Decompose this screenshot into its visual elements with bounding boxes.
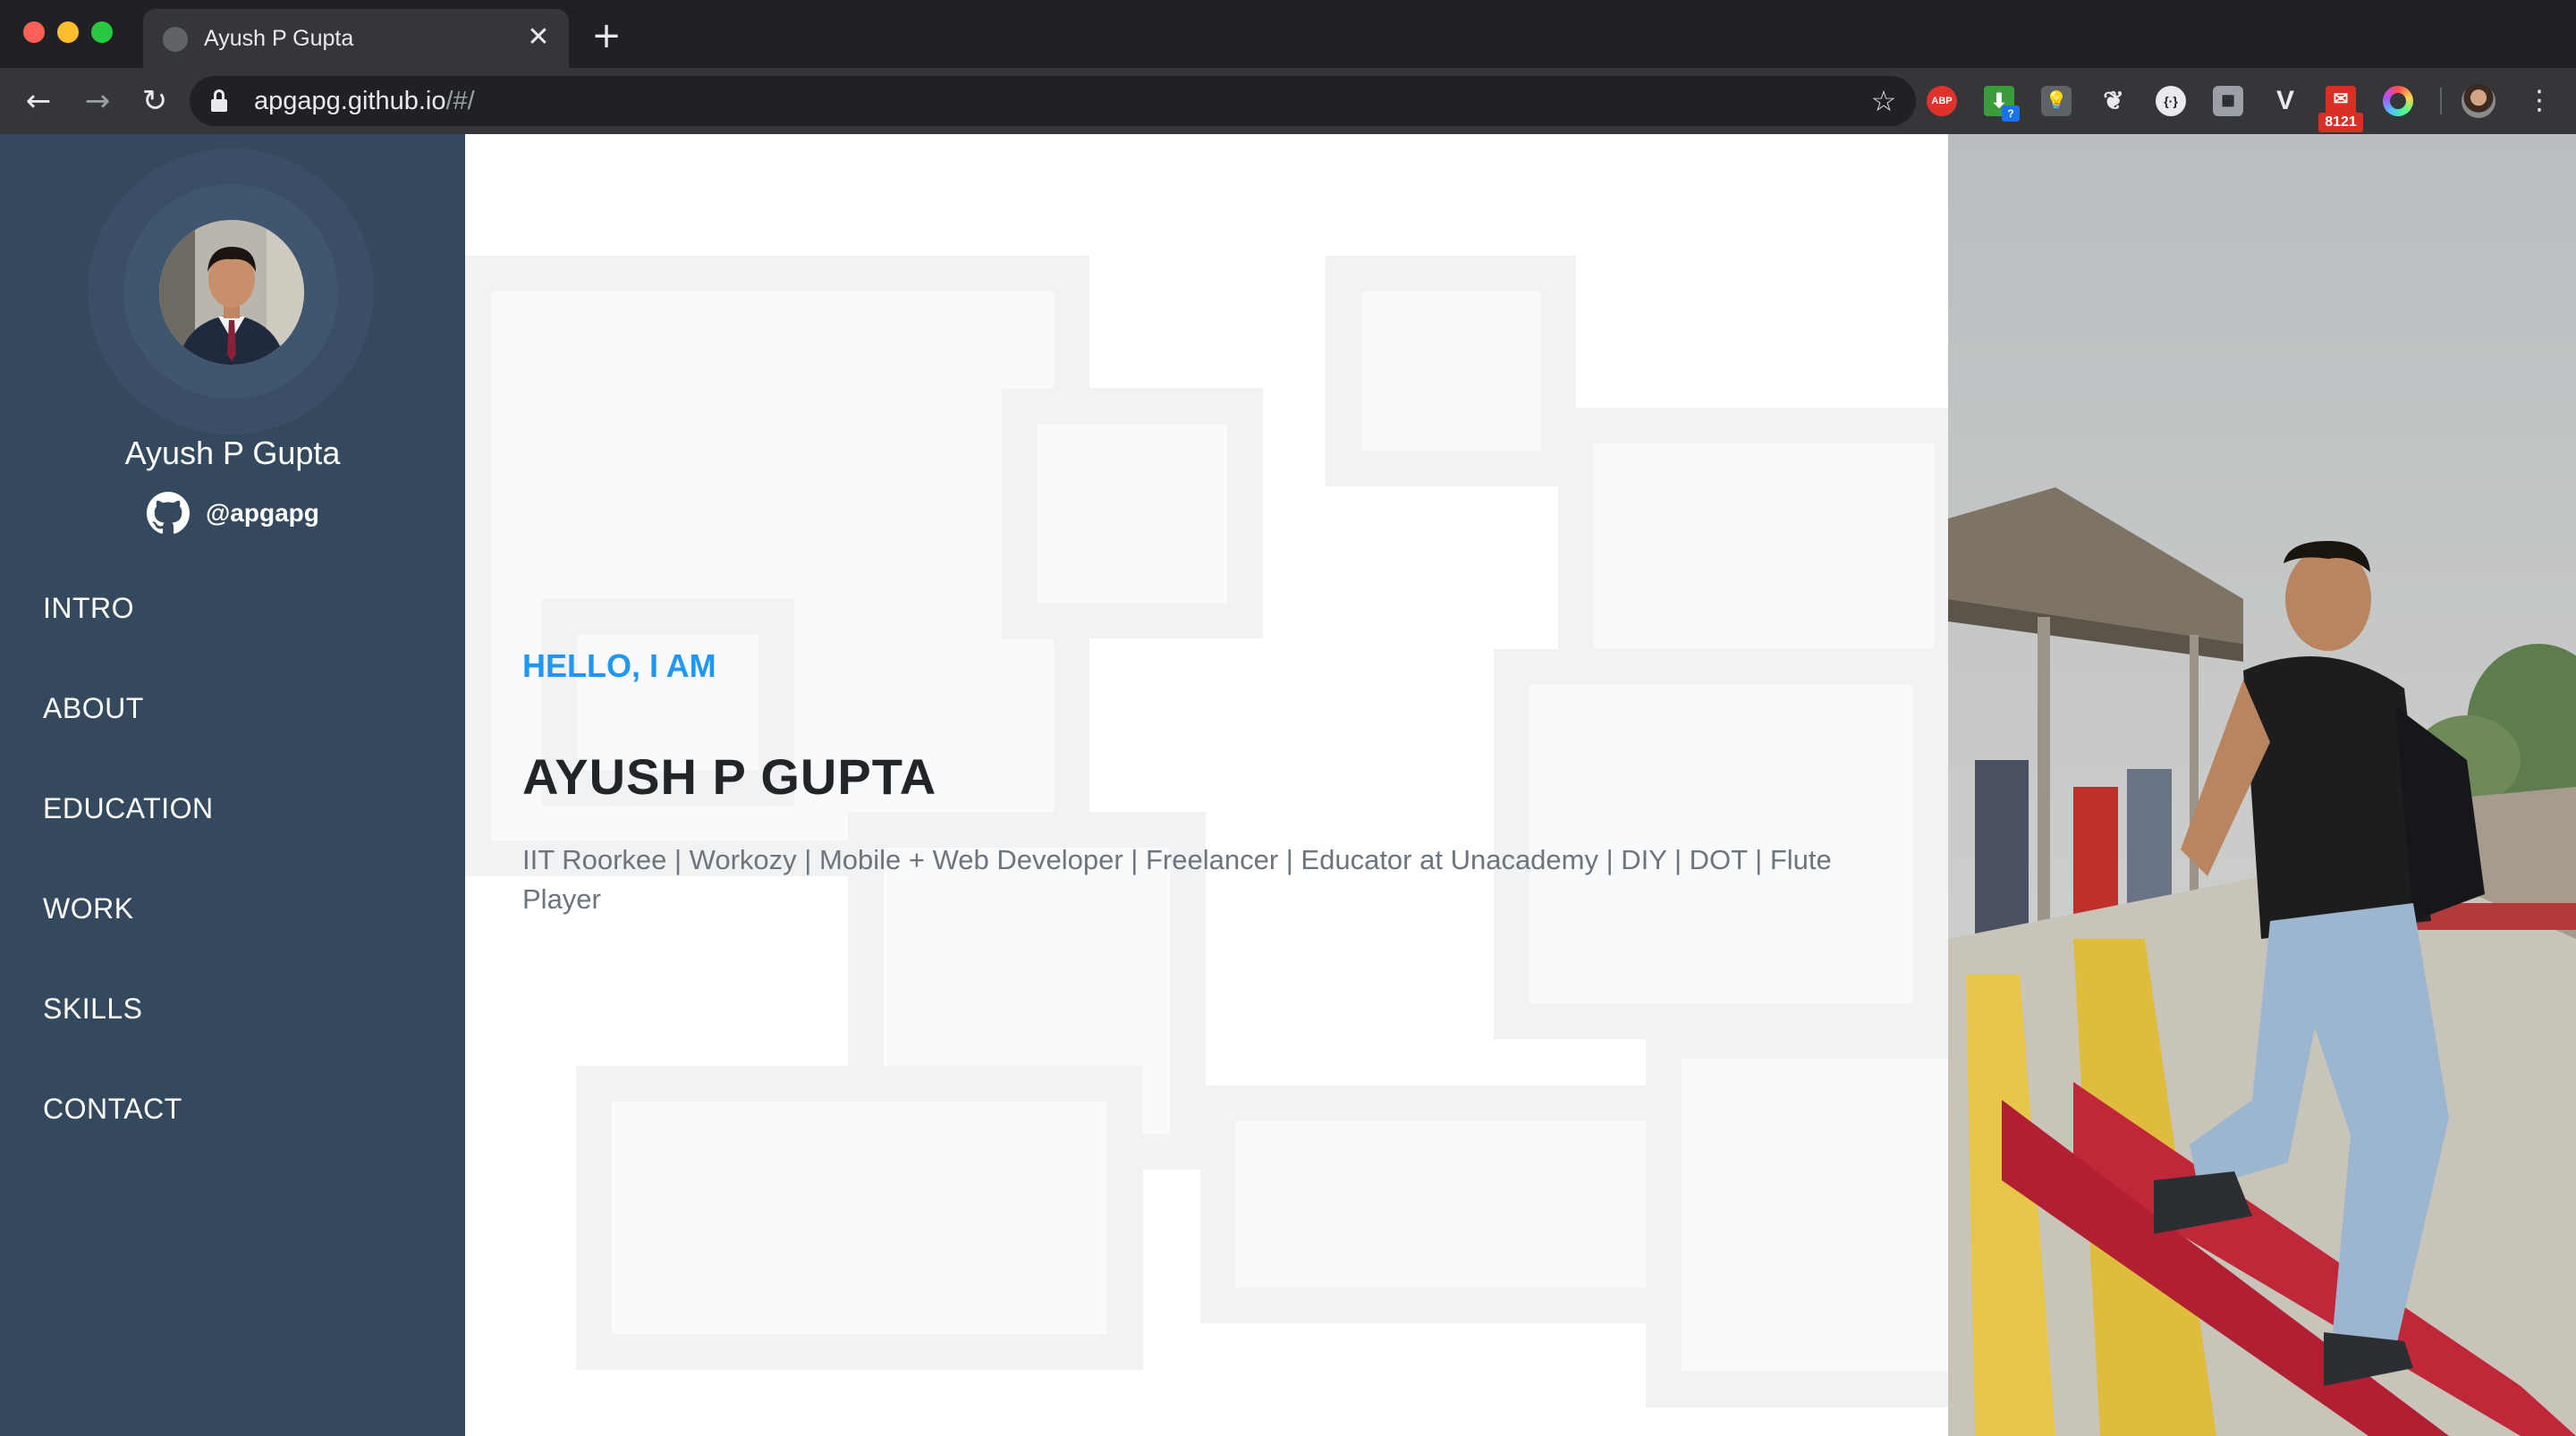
bg-square [1646,1023,1948,1407]
code-extension-icon[interactable]: {·} [2156,86,2186,116]
lightbulb-extension-icon[interactable]: 💡 [2041,86,2072,116]
sidebar-item-work[interactable]: WORK [43,892,134,925]
browser-tab-strip: Ayush P Gupta ✕ + [0,0,2576,68]
box-extension-icon[interactable]: ▦ [2213,86,2243,116]
maximize-window-button[interactable] [91,21,113,43]
sidebar-item-about[interactable]: ABOUT [43,692,144,725]
bg-square [1326,256,1576,486]
url-host: apgapg.github.io [254,87,446,115]
gmail-unread-count: 8121 [2318,113,2363,132]
sidebar-item-contact[interactable]: CONTACT [43,1093,182,1126]
url-path: /#/ [445,87,475,115]
sidebar-item-intro[interactable]: INTRO [43,592,134,625]
avatar-portrait [159,220,304,365]
forward-arrow-icon[interactable]: → [79,82,116,120]
browser-tab-active[interactable]: Ayush P Gupta ✕ [143,9,569,68]
bg-square [1002,388,1263,638]
browser-toolbar: ← → ↻ apgapg.github.io/#/ ☆ ABP ⬇ ? 💡 ❦ … [0,68,2576,134]
download-badge: ? [2002,106,2020,122]
url-text[interactable]: apgapg.github.io/#/ [254,87,475,116]
intro-section: HELLO, I AM AYUSH P GUPTA IIT Roorkee | … [465,134,1948,1436]
bg-square [576,1066,1143,1370]
v-extension-icon[interactable]: V [2270,86,2301,116]
gmail-checker-icon[interactable]: ✉ 8121 [2318,86,2363,132]
paw-extension-icon[interactable]: ❦ [2098,86,2129,116]
page-viewport: Ayush P Gupta @apgapg INTRO ABOUT EDUCAT… [0,134,2576,1436]
close-tab-icon[interactable]: ✕ [521,20,556,55]
sidebar: Ayush P Gupta @apgapg INTRO ABOUT EDUCAT… [0,134,465,1436]
github-handle: @apgapg [206,499,319,527]
hero-photo [1948,134,2576,1436]
address-bar[interactable]: apgapg.github.io/#/ ☆ [190,76,1916,126]
tab-title: Ayush P Gupta [204,26,354,51]
download-extension-icon[interactable]: ⬇ ? [1984,86,2020,122]
browser-menu-icon[interactable]: ⋮ [2522,84,2556,118]
github-icon [147,492,190,534]
toolbar-divider [2440,88,2442,114]
intro-greeting: HELLO, I AM [522,647,716,684]
hero-photo-scene [1948,134,2576,1436]
avatar [159,220,304,365]
adblock-plus-icon[interactable]: ABP [1927,86,1957,116]
color-picker-extension-icon[interactable] [2383,86,2413,116]
intro-name: AYUSH P GUPTA [522,748,937,805]
minimize-window-button[interactable] [57,21,79,43]
reload-icon[interactable]: ↻ [136,82,174,120]
globe-icon [163,27,188,52]
sidebar-item-education[interactable]: EDUCATION [43,792,214,825]
back-arrow-icon[interactable]: ← [20,82,57,120]
close-window-button[interactable] [23,21,45,43]
new-tab-button[interactable]: + [587,16,626,55]
lock-icon[interactable] [211,89,227,113]
intro-tagline: IIT Roorkee | Workozy | Mobile + Web Dev… [522,844,1832,915]
profile-avatar[interactable] [2462,84,2496,118]
sidebar-item-skills[interactable]: SKILLS [43,993,143,1026]
bookmark-star-icon[interactable]: ☆ [1866,83,1902,119]
profile-name: Ayush P Gupta [124,435,341,471]
